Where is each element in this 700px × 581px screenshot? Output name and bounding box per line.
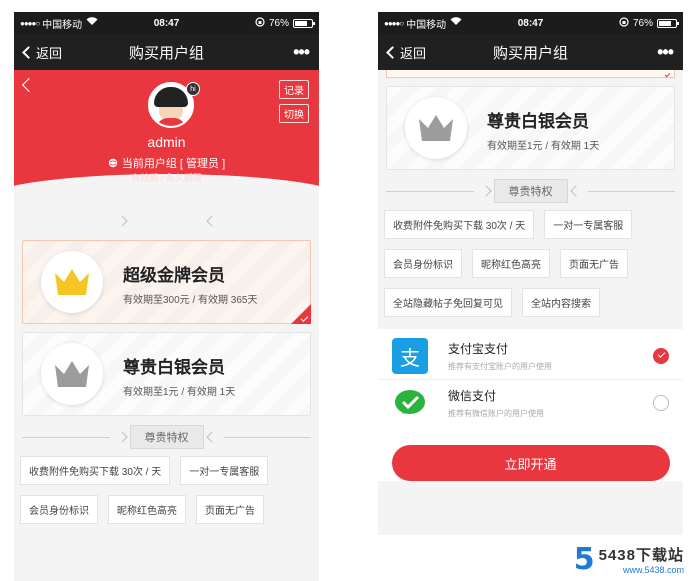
lock-rotation-icon (255, 16, 265, 30)
silver-crown-icon (419, 115, 453, 141)
section-title: 尊贵特权 (129, 425, 204, 449)
payment-option-alipay[interactable]: 支 支付宝支付 推荐有支付宝账户的用户使用 (378, 333, 683, 379)
wechat-pay-icon (392, 384, 428, 421)
chevron-left-icon (569, 185, 582, 197)
status-bar: ●●●●○ 中国移动 08:47 76% (14, 12, 319, 34)
plan-icon-circle (41, 343, 103, 405)
back-label: 返回 (400, 45, 427, 61)
status-bar: ●●●●○ 中国移动 08:47 76% (378, 12, 683, 34)
section-title: 尊贵特权 (493, 179, 568, 203)
battery-icon (293, 18, 315, 28)
plan-icon-circle (405, 97, 467, 159)
back-button[interactable]: 返回 (22, 43, 63, 62)
nav-bar: 返回 购买用户组 ••• (378, 34, 683, 70)
payment-option-wechat[interactable]: 微信支付 推荐有微信账户的用户使用 (378, 379, 683, 425)
left-phone-screen: ●●●●○ 中国移动 08:47 76% 返回 购买用户组 ••• 记录 切换 (14, 12, 319, 581)
privilege-list: 收费附件免购买下载 30次 / 天 一对一专属客服 会员身份标识 昵称红色高亮 … (14, 456, 319, 524)
profile-header: 记录 切换 hi admin 当前用户组 [ 管理员 ] 有效期 / 永久期限 (14, 70, 319, 234)
battery-percent: 76% (632, 17, 653, 29)
section-divider-privileges: 尊贵特权 (378, 178, 683, 204)
plan-card-gold-partial[interactable] (386, 70, 675, 78)
more-menu-button[interactable]: ••• (293, 42, 310, 63)
lock-rotation-icon (619, 16, 629, 30)
chevron-left-icon (205, 431, 218, 443)
privilege-chip: 全站隐藏帖子免回复可见 (384, 288, 512, 317)
watermark-logo: 5 (573, 541, 595, 577)
plan-meta: 有效期至1元 / 有效期 1天 (123, 387, 236, 398)
group-validity: 有效期 / 永久期限 (131, 173, 202, 183)
gold-crown-icon (55, 269, 89, 295)
check-icon (664, 71, 671, 78)
right-phone-screen: ●●●●○ 中国移动 08:47 76% 返回 购买用户组 ••• 尊贵白银会员… (378, 12, 683, 535)
plan-icon-circle (41, 251, 103, 313)
switch-button[interactable]: 切换 (279, 104, 309, 123)
selected-corner (291, 304, 311, 324)
plan-meta: 有效期至1元 / 有效期 1天 (487, 141, 600, 152)
plan-name: 尊贵白银会员 (123, 358, 225, 377)
privilege-chip: 页面无广告 (560, 249, 628, 278)
privilege-chip: 昵称红色高亮 (472, 249, 550, 278)
chevron-left-icon (386, 45, 399, 59)
globe-icon (108, 158, 118, 168)
chevron-right-icon (479, 185, 492, 197)
battery-icon (657, 18, 679, 28)
privilege-list: 收费附件免购买下载 30次 / 天 一对一专属客服 会员身份标识 昵称红色高亮 … (378, 210, 683, 317)
current-group-text: 当前用户组 [ 管理员 ] (121, 158, 226, 170)
nav-bar: 返回 购买用户组 ••• (14, 34, 319, 70)
privilege-chip: 页面无广告 (196, 495, 264, 524)
chevron-left-icon[interactable] (21, 77, 37, 93)
privilege-chip: 一对一专属客服 (180, 456, 269, 485)
hi-badge: hi (186, 82, 200, 96)
activate-now-button[interactable]: 立即开通 (391, 445, 670, 481)
section-divider-privileges: 尊贵特权 (14, 424, 319, 450)
plan-card-gold[interactable]: 超级金牌会员 有效期至300元 / 有效期 365天 (22, 240, 311, 324)
username: admin (147, 134, 186, 150)
privilege-chip: 全站内容搜索 (522, 288, 600, 317)
back-label: 返回 (36, 45, 63, 61)
watermark-title: 5438下载站 (598, 547, 684, 564)
site-watermark: 5 5438下载站 www.5438.com (574, 544, 684, 575)
plan-meta: 有效期至300元 / 有效期 365天 (123, 295, 258, 306)
plan-name: 尊贵白银会员 (487, 112, 589, 131)
silver-crown-icon (55, 361, 89, 387)
watermark-url: www.5438.com (622, 565, 684, 575)
payment-name: 微信支付 (448, 388, 497, 403)
privilege-chip: 收费附件免购买下载 30次 / 天 (20, 456, 171, 485)
payment-methods: 支 支付宝支付 推荐有支付宝账户的用户使用 微信支付 推荐有微信账户的用户使用 … (378, 329, 683, 481)
payment-radio-wechat[interactable] (653, 394, 669, 411)
alipay-icon: 支 (392, 338, 428, 374)
battery-percent: 76% (268, 17, 289, 29)
current-group: 当前用户组 [ 管理员 ] (14, 155, 319, 171)
privilege-chip: 一对一专属客服 (544, 210, 633, 239)
plan-name: 超级金牌会员 (123, 266, 225, 285)
chevron-right-icon (115, 431, 128, 443)
record-button[interactable]: 记录 (279, 80, 309, 99)
privilege-chip: 会员身份标识 (384, 249, 462, 278)
payment-name: 支付宝支付 (448, 342, 509, 356)
privilege-chip: 收费附件免购买下载 30次 / 天 (384, 210, 535, 239)
chevron-left-icon (22, 45, 35, 59)
back-button[interactable]: 返回 (386, 43, 427, 62)
more-menu-button[interactable]: ••• (657, 42, 674, 63)
privilege-chip: 昵称红色高亮 (108, 495, 186, 524)
payment-desc: 推荐有支付宝账户的用户使用 (448, 362, 552, 371)
privilege-chip: 会员身份标识 (20, 495, 98, 524)
payment-radio-alipay[interactable] (653, 348, 669, 364)
plan-card-silver[interactable]: 尊贵白银会员 有效期至1元 / 有效期 1天 (386, 86, 675, 170)
payment-desc: 推荐有微信账户的用户使用 (448, 408, 544, 418)
plan-card-silver[interactable]: 尊贵白银会员 有效期至1元 / 有效期 1天 (22, 332, 311, 416)
